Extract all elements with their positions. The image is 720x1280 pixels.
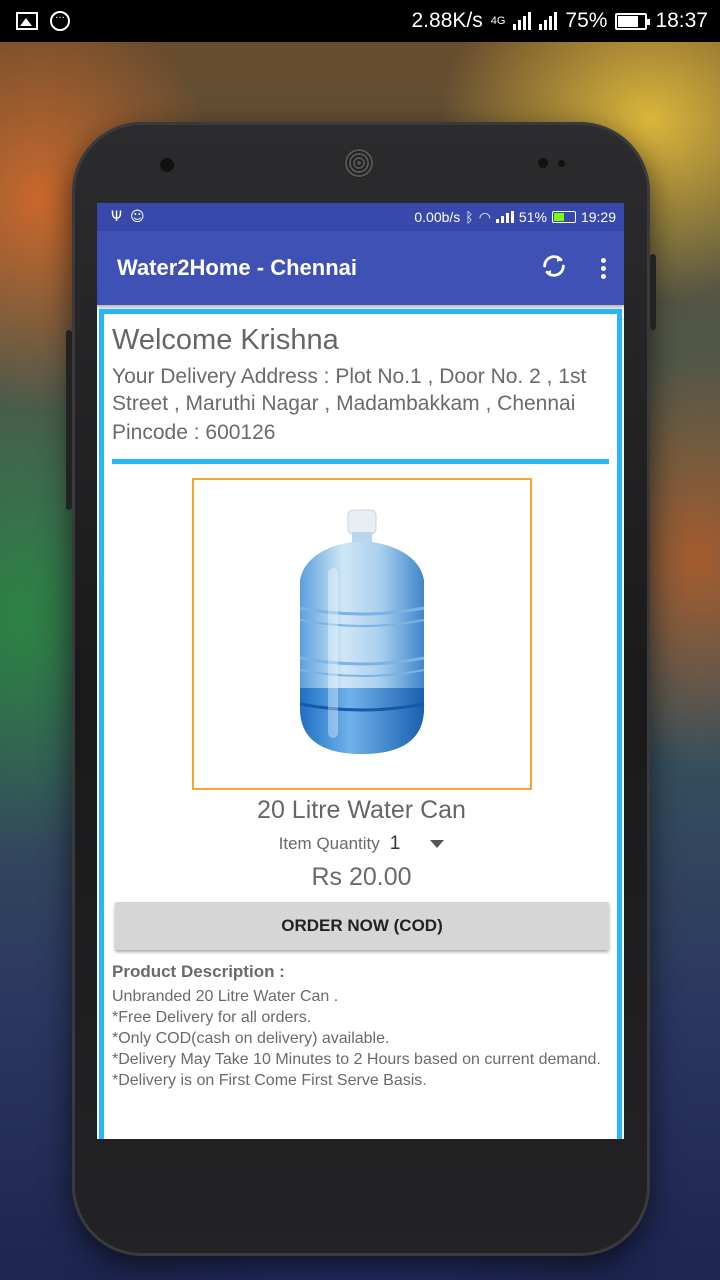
bluetooth-icon: ᛒ (465, 209, 474, 225)
chat-notification-icon: ··· (50, 11, 70, 31)
signal-icon-2 (539, 12, 558, 30)
description-line: *Only COD(cash on delivery) available. (112, 1030, 390, 1047)
quantity-dropdown[interactable]: 1 (390, 833, 445, 855)
app-status-bar: Ψ ☺ 0.00b/s ᛒ ◠ 51% 19:29 (97, 203, 624, 231)
clock: 18:37 (655, 9, 708, 32)
dropdown-caret-icon (430, 840, 445, 848)
welcome-text: Welcome Krishna (112, 324, 339, 356)
app-battery-icon (551, 211, 576, 223)
quantity-value: 1 (389, 833, 401, 854)
wifi-icon: ◠ (478, 208, 491, 225)
app-signal-icon (495, 211, 514, 223)
battery-percent: 75% (565, 9, 608, 32)
network-speed: 2.88K/s (411, 9, 483, 32)
chat-icon: ☺ (130, 209, 145, 225)
network-type: 4G (490, 15, 506, 27)
quantity-row: Item Quantity 1 (112, 833, 611, 855)
earpiece-speaker (344, 148, 374, 178)
signal-icon (513, 12, 532, 30)
product-description: Unbranded 20 Litre Water Can . *Free Del… (112, 986, 611, 1091)
description-title: Product Description : (112, 962, 285, 981)
water-can-icon (299, 509, 424, 754)
volume-button (66, 330, 72, 510)
description-line: Unbranded 20 Litre Water Can . (112, 988, 339, 1005)
order-now-button[interactable]: ORDER NOW (COD) (115, 902, 609, 950)
more-vert-icon[interactable] (596, 257, 610, 279)
description-line: *Delivery May Take 10 Minutes to 2 Hours… (112, 1051, 601, 1068)
product-image[interactable] (191, 478, 532, 790)
pincode: Pincode : 600126 (112, 421, 276, 444)
app-title: Water2Home - Chennai (117, 255, 358, 280)
app-toolbar: Water2Home - Chennai (97, 231, 624, 305)
app-network-speed: 0.00b/s (414, 209, 461, 225)
delivery-address: Your Delivery Address : Plot No.1 , Door… (112, 365, 587, 415)
app-clock: 19:29 (580, 209, 616, 225)
description-line: *Delivery is on First Come First Serve B… (112, 1072, 427, 1089)
battery-icon (615, 12, 651, 30)
gallery-notification-icon (16, 12, 38, 30)
product-name: 20 Litre Water Can (257, 796, 466, 824)
usb-icon: Ψ (111, 209, 123, 225)
proximity-sensor (538, 158, 548, 168)
power-button (650, 254, 656, 330)
refresh-icon[interactable] (540, 252, 568, 284)
phone-screen: Ψ ☺ 0.00b/s ᛒ ◠ 51% 19:29 Water2Home - C… (97, 203, 624, 1139)
device-status-bar: ··· 2.88K/s 4G 75% 18:37 (0, 0, 720, 42)
app-battery-percent: 51% (518, 209, 547, 225)
light-sensor (558, 160, 565, 167)
description-line: *Free Delivery for all orders. (112, 1009, 312, 1026)
front-camera (160, 158, 174, 172)
section-divider (112, 459, 609, 464)
main-content: Welcome Krishna Your Delivery Address : … (99, 309, 622, 1139)
quantity-label: Item Quantity (278, 834, 380, 853)
product-price: Rs 20.00 (311, 863, 412, 891)
